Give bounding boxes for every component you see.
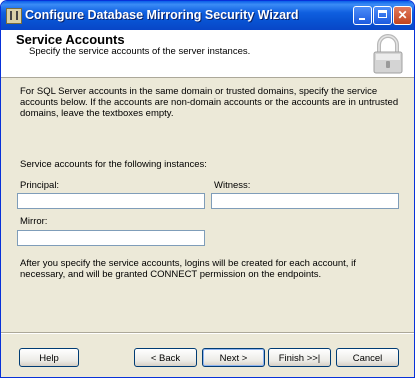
mirror-label: Mirror: — [20, 216, 48, 227]
witness-label: Witness: — [214, 180, 251, 191]
witness-input[interactable] — [211, 193, 399, 209]
finish-button[interactable]: Finish >>| — [268, 348, 331, 367]
close-button[interactable]: ✕ — [393, 6, 412, 25]
minimize-button[interactable] — [353, 6, 372, 25]
instances-label: Service accounts for the following insta… — [20, 159, 207, 170]
help-button[interactable]: Help — [19, 348, 79, 367]
page-title: Service Accounts — [16, 32, 125, 47]
wizard-header: Service Accounts Specify the service acc… — [1, 30, 414, 78]
note-text: After you specify the service accounts, … — [20, 258, 356, 280]
wizard-window: Configure Database Mirroring Security Wi… — [0, 0, 415, 378]
title-bar[interactable]: Configure Database Mirroring Security Wi… — [1, 1, 414, 30]
app-icon — [6, 8, 22, 24]
next-button[interactable]: Next > — [202, 348, 265, 367]
footer-separator — [1, 332, 414, 334]
lock-icon — [373, 34, 403, 74]
close-icon: ✕ — [397, 8, 408, 22]
mirror-input[interactable] — [17, 230, 205, 246]
window-title: Configure Database Mirroring Security Wi… — [25, 8, 299, 22]
principal-label: Principal: — [20, 180, 60, 191]
cancel-button[interactable]: Cancel — [336, 348, 399, 367]
intro-text: For SQL Server accounts in the same doma… — [20, 86, 399, 119]
maximize-button[interactable] — [373, 6, 392, 25]
back-button[interactable]: < Back — [134, 348, 197, 367]
wizard-content: For SQL Server accounts in the same doma… — [1, 78, 414, 328]
page-subtitle: Specify the service accounts of the serv… — [29, 46, 251, 57]
principal-input[interactable] — [17, 193, 205, 209]
